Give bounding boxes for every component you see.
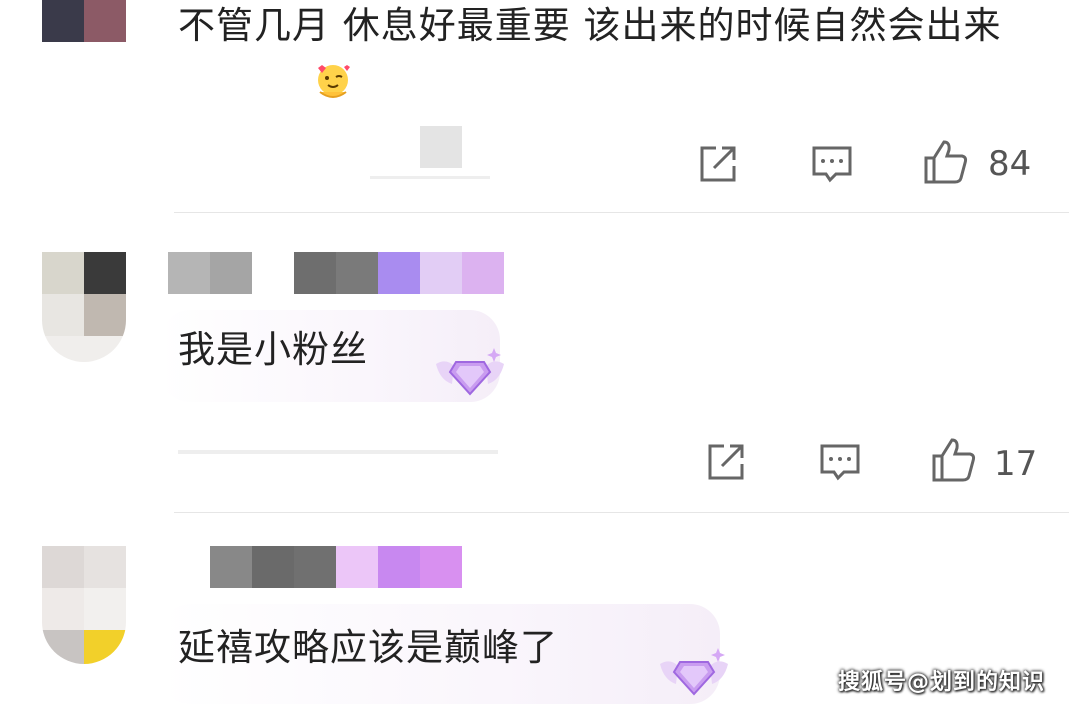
comment-text: 我是小粉丝 (178, 328, 368, 371)
reply-button[interactable] (818, 440, 862, 484)
share-button[interactable] (696, 142, 740, 186)
like-icon (932, 438, 976, 482)
username-blurred (168, 252, 504, 294)
blurred-meta (178, 450, 498, 454)
blurred-meta (370, 176, 490, 179)
divider (174, 212, 1069, 213)
avatar[interactable] (42, 0, 126, 42)
fan-badge-icon (656, 644, 732, 704)
emoji-hug-icon (312, 62, 354, 104)
username-blurred (210, 546, 462, 588)
like-count: 17 (994, 444, 1038, 484)
reply-button[interactable] (810, 142, 854, 186)
fan-badge-icon (432, 344, 508, 404)
watermark: 搜狐号@划到的知识 (837, 670, 1045, 695)
reply-icon (812, 146, 852, 183)
share-icon (700, 146, 736, 182)
avatar[interactable] (42, 252, 126, 362)
avatar[interactable] (42, 546, 126, 664)
comment-text: 延禧攻略应该是巅峰了 (178, 626, 558, 669)
like-count: 84 (988, 144, 1032, 184)
like-button[interactable] (930, 436, 976, 482)
like-button[interactable] (922, 138, 968, 184)
share-icon (708, 444, 744, 480)
divider (174, 512, 1069, 513)
reply-icon (820, 444, 860, 481)
comment-text: 不管几月 休息好最重要 该出来的时候自然会出来 (178, 4, 1002, 47)
blurred-timestamp (420, 126, 462, 168)
like-icon (924, 140, 968, 184)
share-button[interactable] (704, 440, 748, 484)
